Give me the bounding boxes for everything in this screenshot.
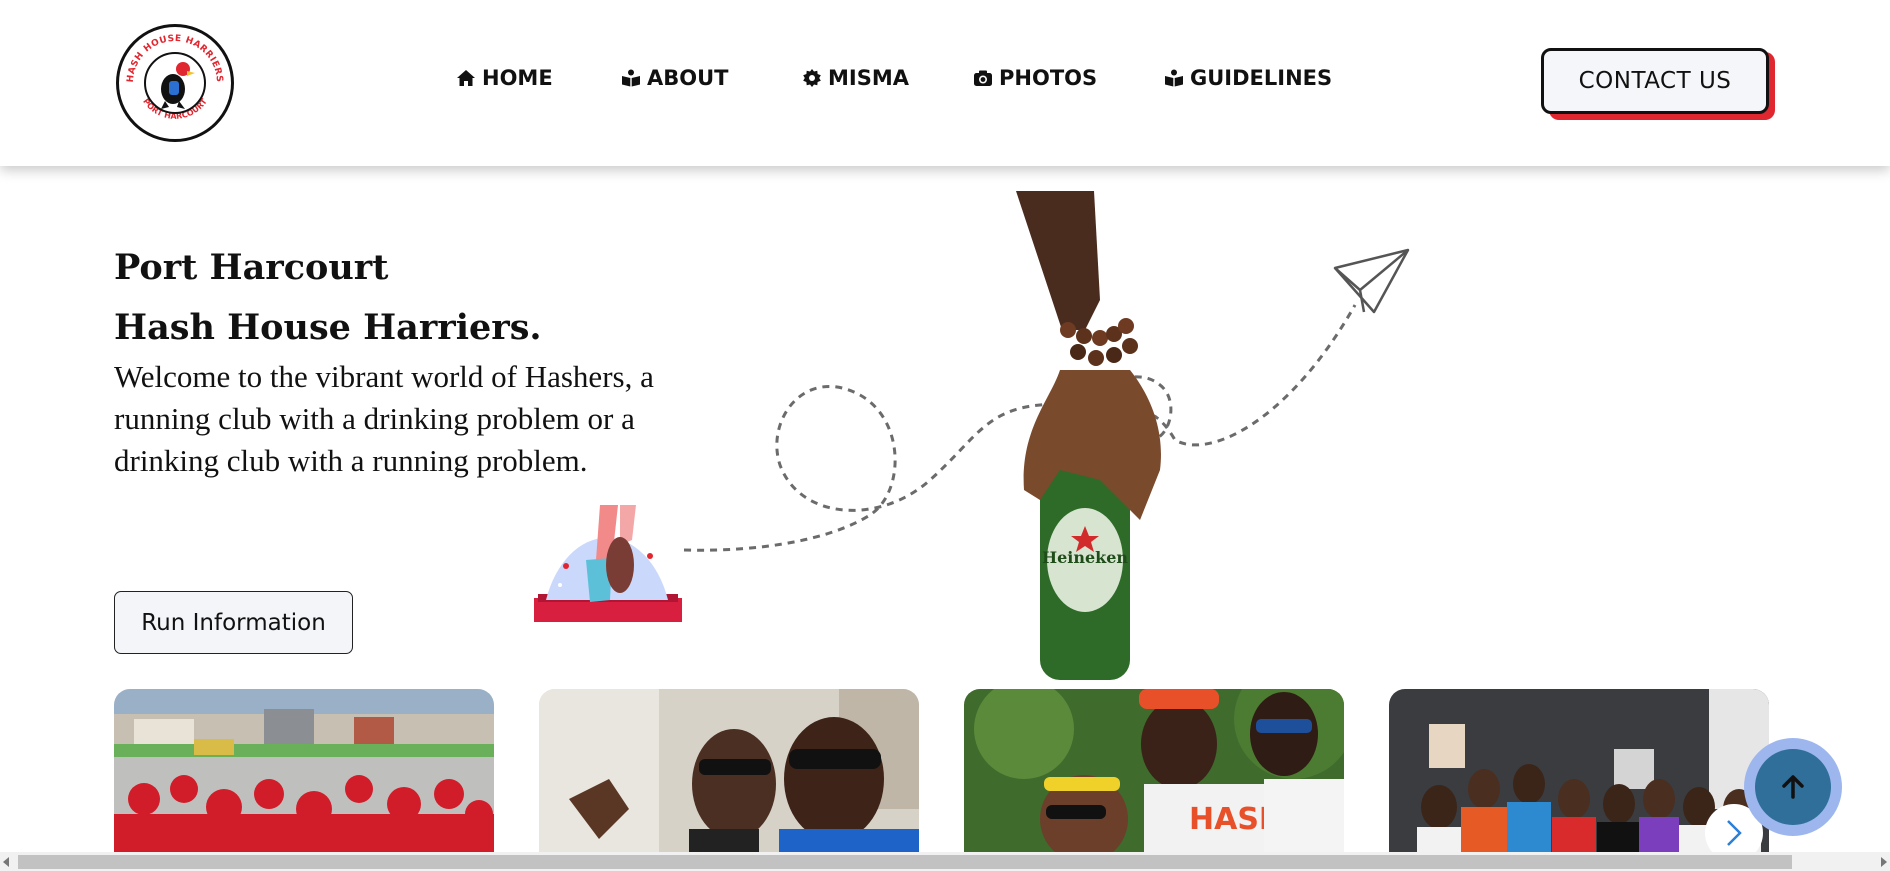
club-logo[interactable]: HASH HOUSE HARRIERS PORT HARCOURT <box>116 24 234 142</box>
logo-emblem: HASH HOUSE HARRIERS PORT HARCOURT <box>126 34 224 121</box>
contact-us-button[interactable]: CONTACT US <box>1541 48 1769 114</box>
nav-home[interactable]: HOME <box>456 66 553 90</box>
scroll-to-top-button[interactable] <box>1755 749 1831 825</box>
nav-photos-label: PHOTOS <box>999 66 1098 90</box>
chevron-right-icon <box>1727 820 1742 846</box>
nav-misma[interactable]: MISMA <box>802 66 909 90</box>
scroll-left-arrow-icon[interactable] <box>3 857 9 867</box>
hero-title: Port Harcourt Hash House Harriers. <box>114 238 542 358</box>
horizontal-scrollbar[interactable] <box>0 852 1890 871</box>
hero-intro-text: Welcome to the vibrant world of Hashers,… <box>114 359 654 478</box>
run-information-button[interactable]: Run Information <box>114 591 353 654</box>
book-reader-icon <box>622 69 640 87</box>
two-men-selfie-photo <box>539 689 919 859</box>
nav-guidelines[interactable]: GUIDELINES <box>1164 66 1332 90</box>
hero-title-line2: Hash House Harriers. <box>114 307 542 348</box>
nav-misma-label: MISMA <box>828 66 909 90</box>
nav-about-label: ABOUT <box>647 66 729 90</box>
group-in-hash-jerseys-photo: HASH <box>964 689 1344 859</box>
hero-title-line1: Port Harcourt <box>114 247 389 288</box>
hand-holding-bottle: Heineken <box>1016 191 1161 680</box>
site-header: HASH HOUSE HARRIERS PORT HARCOURT HOME A… <box>0 0 1890 166</box>
nav-guidelines-label: GUIDELINES <box>1190 66 1333 90</box>
scroll-right-arrow-icon[interactable] <box>1881 857 1887 867</box>
scrollbar-thumb[interactable] <box>18 855 1792 869</box>
gallery-photo-3[interactable]: HASH <box>964 689 1344 859</box>
nav-photos[interactable]: PHOTOS <box>973 66 1097 90</box>
dashed-path <box>683 304 1357 552</box>
home-icon <box>457 70 475 86</box>
nav-home-label: HOME <box>482 66 553 90</box>
gear-icon <box>803 69 821 87</box>
nav-about[interactable]: ABOUT <box>621 66 729 90</box>
contact-button-wrap: CONTACT US <box>1541 48 1775 120</box>
camera-icon <box>974 70 992 86</box>
page: HASH HOUSE HARRIERS PORT HARCOURT HOME A… <box>0 0 1890 871</box>
paper-plane-icon <box>1333 248 1410 314</box>
gallery-photo-1[interactable] <box>114 689 494 859</box>
crowd-in-red-shirts-photo <box>114 689 494 859</box>
book-reader-icon <box>1165 69 1183 87</box>
running-shoe-badge <box>534 505 682 622</box>
arrow-up-icon <box>1782 775 1804 799</box>
bottle-label: Heineken <box>1042 548 1128 567</box>
gallery-photo-2[interactable] <box>539 689 919 859</box>
